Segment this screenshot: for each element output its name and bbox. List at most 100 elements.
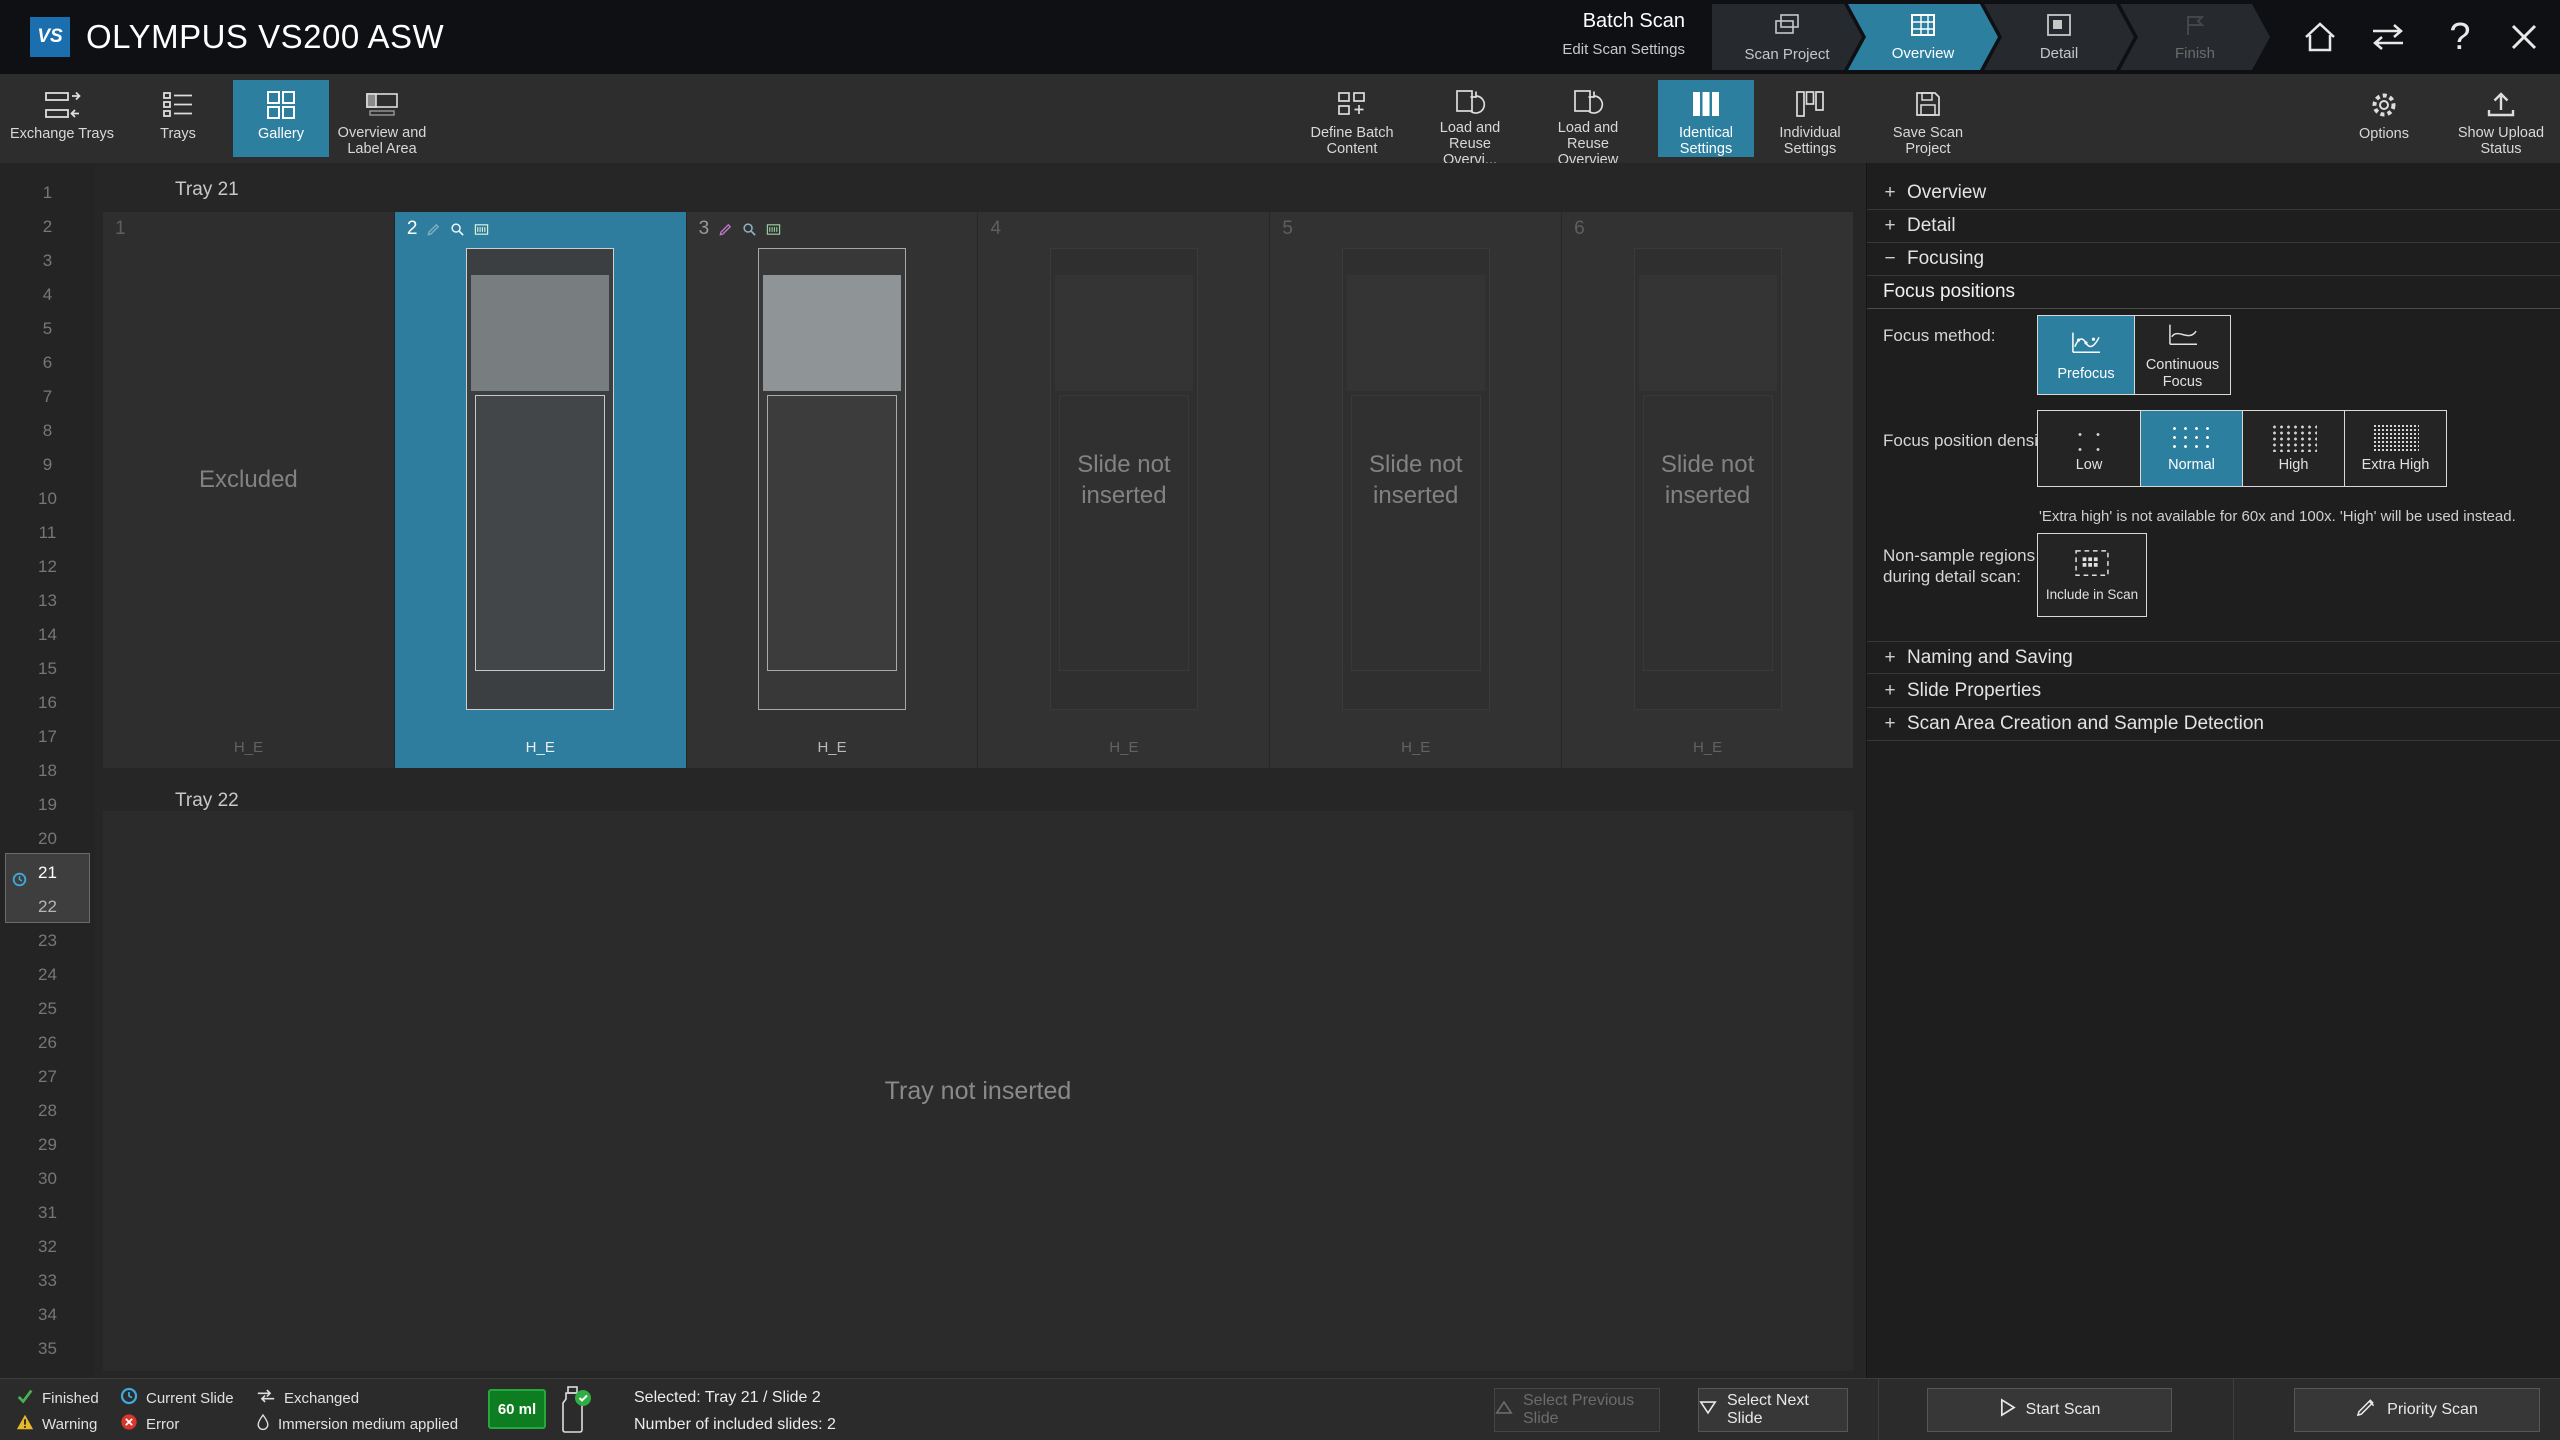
slide-slot-2[interactable]: 2 H_E [394,212,686,768]
tray-rail-item-19[interactable]: 19 [0,788,95,822]
tray-rail-item-12[interactable]: 12 [0,550,95,584]
tray-rail-item-33[interactable]: 33 [0,1264,95,1298]
annotate-pen-icon[interactable] [426,222,441,237]
slide-slot-6[interactable]: 6 Slide not inserted H_E [1561,212,1853,768]
tray-rail-item-7[interactable]: 7 [0,380,95,414]
tray-rail-item-26[interactable]: 26 [0,1026,95,1060]
start-scan-button[interactable]: Start Scan [1927,1388,2172,1432]
tray-rail-item-20[interactable]: 20 [0,822,95,856]
load-reuse-overvi-button[interactable]: Load and Reuse Overvi... [1422,80,1518,157]
tray-rail-item-23[interactable]: 23 [0,924,95,958]
tray-rail-item-11[interactable]: 11 [0,516,95,550]
slide-thumbnail[interactable] [466,248,614,710]
tray-rail-item-8[interactable]: 8 [0,414,95,448]
overview-and-label-area-button[interactable]: Overview and Label Area [330,80,434,157]
select-next-slide-button[interactable]: Select Next Slide [1698,1388,1848,1432]
button-label: Identical Settings [1658,125,1754,157]
priority-scan-button[interactable]: Priority Scan [2294,1388,2540,1432]
home-icon[interactable] [2296,14,2344,60]
section-focusing[interactable]: − Focusing [1867,243,2560,276]
tray-rail-item-35[interactable]: 35 [0,1332,95,1366]
tray-rail-item-6[interactable]: 6 [0,346,95,380]
section-naming-and-saving[interactable]: + Naming and Saving [1867,641,2560,674]
section-overview[interactable]: + Overview [1867,177,2560,210]
magnifier-icon[interactable] [742,222,757,237]
tray-rail-item-17[interactable]: 17 [0,720,95,754]
tray-rail-item-30[interactable]: 30 [0,1162,95,1196]
density-note: 'Extra high' is not available for 60x an… [2039,508,2554,525]
tray22-status-text: Tray not inserted [885,1077,1072,1106]
tray-rail-item-5[interactable]: 5 [0,312,95,346]
slide-thumbnail[interactable] [758,248,906,710]
section-label: Scan Area Creation and Sample Detection [1907,713,2264,735]
tray-rail-item-4[interactable]: 4 [0,278,95,312]
slide-slot-3[interactable]: 3 H_E [686,212,978,768]
slide-slot-5[interactable]: 5 Slide not inserted H_E [1269,212,1561,768]
load-reuse-overview-button[interactable]: Load and Reuse Overview [1540,80,1636,157]
tray-rail-item-32[interactable]: 32 [0,1230,95,1264]
help-icon[interactable]: ? [2436,14,2484,60]
tray-rail-item-27[interactable]: 27 [0,1060,95,1094]
button-label: Low [2076,457,2103,473]
tray-rail-item-10[interactable]: 10 [0,482,95,516]
tray-rail-item-24[interactable]: 24 [0,958,95,992]
trays-button[interactable]: Trays [130,80,226,157]
save-scan-project-button[interactable]: Save Scan Project [1880,80,1976,157]
label-icon[interactable] [766,222,781,237]
priority-scan-icon [2356,1398,2377,1422]
tray-rail-item-28[interactable]: 28 [0,1094,95,1128]
tray-rail-item-14[interactable]: 14 [0,618,95,652]
density-high-button[interactable]: High [2242,411,2344,486]
prefocus-button[interactable]: Prefocus [2038,316,2134,394]
tray-rail-item-15[interactable]: 15 [0,652,95,686]
tray-rail-item-2[interactable]: 2 [0,210,95,244]
exchange-mode-icon[interactable] [2364,14,2412,60]
tray-rail-item-25[interactable]: 25 [0,992,95,1026]
individual-settings-button[interactable]: Individual Settings [1762,80,1858,157]
density-extra-high-button[interactable]: Extra High [2344,411,2446,486]
continuous-focus-button[interactable]: Continuous Focus [2134,316,2230,394]
tray-rail-item-1[interactable]: 1 [0,176,95,210]
slide-slot-4[interactable]: 4 Slide not inserted H_E [977,212,1269,768]
include-in-scan-button[interactable]: Include in Scan [2038,534,2146,616]
tray-rail-item-18[interactable]: 18 [0,754,95,788]
tray-rail-item-13[interactable]: 13 [0,584,95,618]
options-button[interactable]: Options [2336,80,2432,157]
tray-number: 26 [38,1033,57,1052]
button-label: Load and Reuse Overvi... [1422,120,1518,169]
magnifier-icon[interactable] [450,222,465,237]
section-detail[interactable]: + Detail [1867,210,2560,243]
show-upload-status-button[interactable]: Show Upload Status [2450,80,2552,157]
tray-rail-item-3[interactable]: 3 [0,244,95,278]
select-previous-slide-button[interactable]: Select Previous Slide [1494,1388,1660,1432]
step-label: Detail [2040,45,2078,62]
tray-number: 1 [43,183,52,202]
tray-rail-item-22[interactable]: 22 [0,890,95,924]
density-normal-button[interactable]: Normal [2140,411,2242,486]
tray-rail-item-21[interactable]: 21 [0,856,95,890]
tray-rail-item-9[interactable]: 9 [0,448,95,482]
exchange-trays-button[interactable]: Exchange Trays [10,80,114,157]
stain-label: H_E [978,739,1269,756]
tray-rail-item-29[interactable]: 29 [0,1128,95,1162]
slide-slot-1[interactable]: 1 Excluded H_E [103,212,394,768]
identical-settings-button[interactable]: Identical Settings [1658,80,1754,157]
step-scan-project[interactable]: Scan Project [1712,4,1862,70]
step-overview[interactable]: Overview [1848,4,1998,70]
app-title: OLYMPUS VS200 ASW [86,18,444,56]
tray-number: 35 [38,1339,57,1358]
define-batch-content-button[interactable]: Define Batch Content [1304,80,1400,157]
tray-rail-item-34[interactable]: 34 [0,1298,95,1332]
label-icon[interactable] [474,222,489,237]
close-icon[interactable] [2500,14,2548,60]
tray-rail-item-16[interactable]: 16 [0,686,95,720]
mode-title: Batch Scan [1470,10,1685,33]
tray-rail-item-31[interactable]: 31 [0,1196,95,1230]
gallery-button[interactable]: Gallery [233,80,329,157]
slot-number: 2 [407,218,418,240]
annotate-pen-icon[interactable] [718,222,733,237]
section-scan-area-creation[interactable]: + Scan Area Creation and Sample Detectio… [1867,708,2560,741]
density-low-button[interactable]: Low [2038,411,2140,486]
step-detail[interactable]: Detail [1984,4,2134,70]
section-slide-properties[interactable]: + Slide Properties [1867,675,2560,708]
